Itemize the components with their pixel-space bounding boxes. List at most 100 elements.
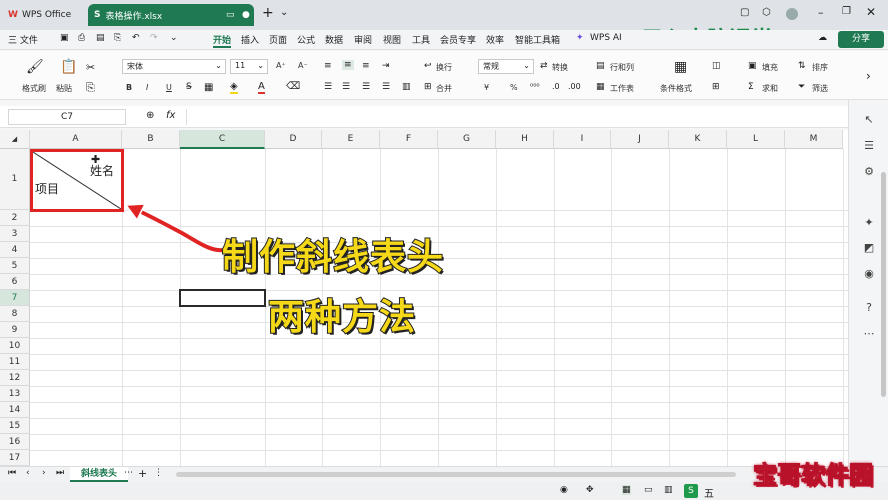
ime-mode[interactable]: 五 [704,485,714,500]
copy-icon[interactable]: ⎘ [86,81,95,95]
prev-sheet-icon[interactable]: ‹ [26,468,30,478]
next-sheet-icon[interactable]: › [42,468,46,478]
restore-icon[interactable]: ❐ [842,6,851,17]
row-header-5[interactable]: 5 [0,258,30,274]
decimal-decrease-icon[interactable]: .00 [568,82,581,91]
cond-format-button[interactable]: 条件格式 [660,83,692,94]
tile-icon[interactable]: ▢ [740,7,749,18]
strikethrough-icon[interactable]: S̶ [186,82,192,92]
eye-protect-icon[interactable]: ◉ [560,485,568,495]
align-middle-icon[interactable]: ≡ [342,60,354,70]
rows-cols-button[interactable]: 行和列 [610,62,634,73]
add-tab-button[interactable]: + [262,5,274,21]
menu-item-view[interactable]: 视图 [383,33,401,46]
row-header-8[interactable]: 8 [0,306,30,322]
font-size-select[interactable]: 11 ⌄ [230,59,268,74]
formula-input[interactable] [186,109,842,125]
filter-button[interactable]: 筛选 [812,83,828,94]
print-icon[interactable]: ⎙ [78,33,85,43]
align-bottom-icon[interactable]: ≡ [362,61,370,71]
selected-cell-c7[interactable] [179,289,266,307]
convert-button[interactable]: 转换 [552,62,568,73]
format-painter-button[interactable]: 格式刷 [22,83,46,94]
column-header-d[interactable]: D [265,130,322,149]
paste-button[interactable]: 粘贴 [56,83,72,94]
align-top-icon[interactable]: ≡ [324,61,332,71]
sort-button[interactable]: 排序 [812,62,828,73]
align-center-icon[interactable]: ☰ [342,82,350,92]
underline-button[interactable]: U [166,83,172,92]
menu-item-data[interactable]: 数据 [325,33,343,46]
cube-icon[interactable]: ⬡ [762,7,771,18]
sum-button[interactable]: 求和 [762,83,778,94]
font-color-icon[interactable]: A [258,81,265,94]
first-sheet-icon[interactable]: ⏮ [8,468,16,478]
row-header-1[interactable]: 1 [0,149,30,210]
row-header-7[interactable]: 7 [0,290,30,306]
cell-border-icon[interactable]: ⊞ [712,82,720,92]
font-shrink-button[interactable]: A⁻ [298,61,308,70]
menu-item-efficiency[interactable]: 效率 [486,33,504,46]
menu-item-page[interactable]: 页面 [269,33,287,46]
row-header-4[interactable]: 4 [0,242,30,258]
align-right-icon[interactable]: ☰ [362,82,370,92]
cell-style-icon[interactable]: ◫ [712,61,721,71]
column-header-k[interactable]: K [669,130,727,149]
magic-icon[interactable]: ✦ [861,215,877,231]
row-header-16[interactable]: 16 [0,434,30,450]
menu-item-start[interactable]: 开始 [213,33,232,48]
close-icon[interactable]: ✕ [866,5,876,19]
spreadsheet-grid[interactable]: ◢ A B C D E F G H I J K L M 1 2 3 4 5 6 … [0,130,848,466]
export-icon[interactable]: ⎘ [114,33,121,43]
cursor-icon[interactable]: ↖ [861,112,877,128]
file-menu[interactable]: 三 文件 [8,33,38,46]
percent-button[interactable]: % [510,83,518,92]
row-header-14[interactable]: 14 [0,402,30,418]
row-header-10[interactable]: 10 [0,338,30,354]
distribute-icon[interactable]: ▥ [402,82,411,92]
sheet-tab-active[interactable]: 斜线表头 [70,467,128,482]
ribbon-scroll-right-icon[interactable]: › [866,69,871,83]
preview-icon[interactable]: ▤ [96,33,105,43]
fill-button[interactable]: 填充 [762,62,778,73]
decimal-increase-icon[interactable]: .0 [552,82,560,91]
column-header-b[interactable]: B [122,130,180,149]
column-header-l[interactable]: L [727,130,785,149]
cell-a1-diagonal-header[interactable]: 姓名 项目 ✚ [30,149,124,212]
wps-home-tab[interactable]: W WPS Office [2,4,84,26]
name-box[interactable]: C7 [8,109,126,125]
column-header-c[interactable]: C [180,130,265,149]
sheet-more-icon[interactable]: ⋮ [154,468,163,478]
zoom-formula-icon[interactable]: ⊕ [146,110,154,121]
font-grow-button[interactable]: A⁺ [276,61,286,70]
close-dot-icon[interactable]: ● [242,10,250,20]
avatar[interactable] [786,8,798,20]
menu-item-smart-toolbox[interactable]: 智能工具箱 [515,33,560,46]
row-header-11[interactable]: 11 [0,354,30,370]
column-header-m[interactable]: M [785,130,843,149]
minimize-icon[interactable]: – [818,6,824,19]
tune-icon[interactable]: ⚙ [861,164,877,180]
row-header-12[interactable]: 12 [0,370,30,386]
column-header-f[interactable]: F [380,130,438,149]
font-name-select[interactable]: 宋体 ⌄ [122,59,226,74]
column-header-e[interactable]: E [322,130,380,149]
last-sheet-icon[interactable]: ⏭ [56,468,64,478]
file-tab[interactable]: S 表格操作.xlsx ▭ ● [88,4,254,26]
cut-icon[interactable]: ✂ [86,61,95,74]
indent-icon[interactable]: ⇥ [382,61,390,71]
row-header-3[interactable]: 3 [0,226,30,242]
align-left-icon[interactable]: ☰ [324,82,332,92]
column-header-h[interactable]: H [496,130,554,149]
shape-icon[interactable]: ◩ [861,240,877,256]
crosshair-icon[interactable]: ✥ [586,485,594,495]
more-quick-icon[interactable]: ⌄ [170,33,178,43]
column-header-j[interactable]: J [611,130,669,149]
share-button[interactable]: 分享 [838,31,884,48]
vertical-scrollbar[interactable] [881,172,886,397]
worksheet-button[interactable]: 工作表 [610,83,634,94]
row-header-15[interactable]: 15 [0,418,30,434]
currency-button[interactable]: ¥ [484,83,489,92]
redo-icon[interactable]: ↷ [150,33,158,43]
row-header-13[interactable]: 13 [0,386,30,402]
